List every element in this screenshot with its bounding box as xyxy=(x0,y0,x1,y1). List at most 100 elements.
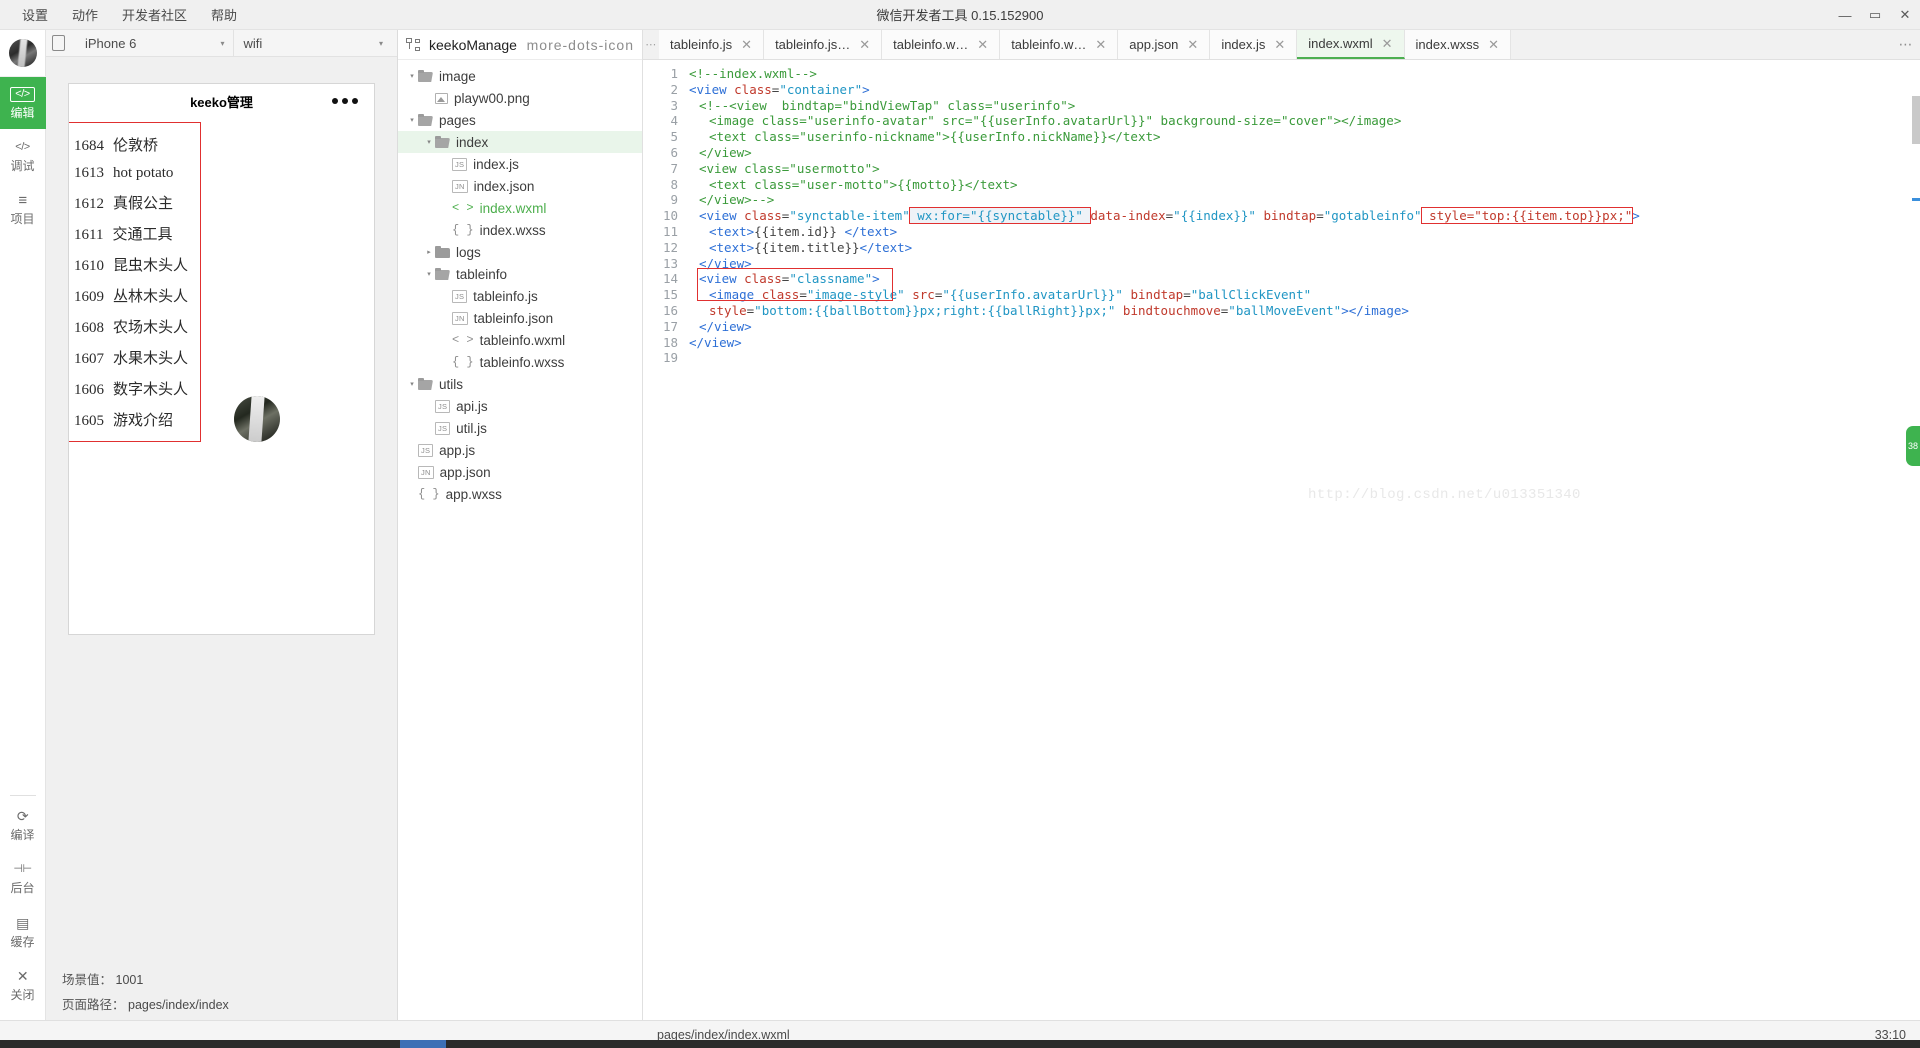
tree-file-row[interactable]: JN app.json xyxy=(398,461,642,483)
rail-item-project[interactable]: ≡ 项目 xyxy=(0,182,46,235)
phone-viewport[interactable]: keeko管理 1684 伦敦桥 1613 hot potato 1612 真假公主 161… xyxy=(68,83,375,635)
tab-overflow-icon[interactable]: ⋯ xyxy=(643,30,659,59)
close-tab-icon[interactable]: ✕ xyxy=(859,38,870,51)
code-editor[interactable]: 1 <!--index.wxml--> 2 <view class="containe… xyxy=(643,60,1920,1020)
synctable-item[interactable]: 1607 水果木头人 xyxy=(69,342,200,373)
tree-node-label: tableinfo.json xyxy=(473,310,554,326)
rail-item-debug[interactable]: </> 调试 xyxy=(0,129,46,182)
code-line: 3 <!--<view bindtap="bindViewTap" class="… xyxy=(643,98,1920,114)
wxss-file-icon: { } xyxy=(452,355,474,369)
wxss-file-icon: { } xyxy=(418,487,440,501)
editor-tab[interactable]: tableinfo.w… ✕ xyxy=(1000,30,1119,59)
tree-node-label: tableinfo.wxss xyxy=(479,354,565,370)
tree-folder-row[interactable]: ▾ index xyxy=(398,131,642,153)
chevron-right-icon[interactable]: ▸ xyxy=(423,248,435,256)
tree-folder-row[interactable]: ▾ image xyxy=(398,65,642,87)
chevron-down-icon[interactable]: ▾ xyxy=(406,72,418,80)
editor-tab[interactable]: index.wxss ✕ xyxy=(1404,30,1511,59)
editor-tab-label: tableinfo.js xyxy=(670,37,733,52)
rail-item-compile[interactable]: ⟳ 编译 xyxy=(0,798,46,851)
rail-item-close[interactable]: ✕ 关闭 xyxy=(0,958,46,1020)
close-tab-icon[interactable]: ✕ xyxy=(741,38,752,51)
tree-file-row[interactable]: JS index.js xyxy=(398,153,642,175)
editor-tab-label: index.wxml xyxy=(1308,36,1373,51)
editor-tab[interactable]: tableinfo.js… ✕ xyxy=(764,30,883,59)
menu-item-help[interactable]: 帮助 xyxy=(199,1,249,28)
chevron-down-icon[interactable]: ▾ xyxy=(406,380,418,388)
synctable-item[interactable]: 1684 伦敦桥 xyxy=(69,129,200,160)
editor-tab[interactable]: index.js ✕ xyxy=(1210,30,1298,59)
tree-file-row[interactable]: JS api.js xyxy=(398,395,642,417)
code-line: 4 <image class="userinfo-avatar" src="{{u… xyxy=(643,113,1920,129)
tree-file-row[interactable]: playw00.png xyxy=(398,87,642,109)
tree-node-label: index.json xyxy=(473,178,535,194)
draggable-ball-image[interactable] xyxy=(234,396,280,442)
project-name: keekoManage xyxy=(429,36,517,53)
synctable-item[interactable]: 1611 交通工具 xyxy=(69,218,200,249)
editor-tab[interactable]: tableinfo.w… ✕ xyxy=(882,30,1001,59)
editor-scrollbar[interactable] xyxy=(1912,96,1920,144)
synctable-item[interactable]: 1612 真假公主 xyxy=(69,187,200,218)
tree-file-row[interactable]: JS util.js xyxy=(398,417,642,439)
tree-file-row[interactable]: < > index.wxml xyxy=(398,197,642,219)
tree-file-row[interactable]: < > tableinfo.wxml xyxy=(398,329,642,351)
side-tab-badge[interactable]: 38 xyxy=(1906,426,1920,466)
tree-folder-row[interactable]: ▾ pages xyxy=(398,109,642,131)
chevron-down-icon: ▾ xyxy=(220,38,225,48)
chevron-down-icon[interactable]: ▾ xyxy=(423,138,435,146)
tree-folder-row[interactable]: ▾ utils xyxy=(398,373,642,395)
tree-file-row[interactable]: { } app.wxss xyxy=(398,483,642,505)
tree-file-row[interactable]: JN index.json xyxy=(398,175,642,197)
folder-icon xyxy=(435,268,450,280)
synctable-item[interactable]: 1608 农场木头人 xyxy=(69,311,200,342)
menu-item-developer-community[interactable]: 开发者社区 xyxy=(110,1,199,28)
rail-item-background[interactable]: ⊣⊢ 后台 xyxy=(0,851,46,904)
tree-file-row[interactable]: { } index.wxss xyxy=(398,219,642,241)
close-tab-icon[interactable]: ✕ xyxy=(1382,37,1393,50)
close-tab-icon[interactable]: ✕ xyxy=(1274,38,1285,51)
rail-item-cache[interactable]: ▤ 缓存 xyxy=(0,905,46,958)
tree-folder-row[interactable]: ▾ tableinfo xyxy=(398,263,642,285)
synctable-item[interactable]: 1606 数字木头人 xyxy=(69,373,200,404)
editor-tab[interactable]: app.json ✕ xyxy=(1118,30,1211,59)
file-tree-body[interactable]: ▾ image playw00.png ▾ pages ▾ index JS index.js J… xyxy=(398,60,642,1020)
code-token: "ballMoveEvent" xyxy=(1228,302,1342,318)
tree-file-row[interactable]: { } tableinfo.wxss xyxy=(398,351,642,373)
chevron-down-icon[interactable]: ▾ xyxy=(406,116,418,124)
menu-item-settings[interactable]: 设置 xyxy=(10,1,60,28)
minimize-icon[interactable]: — xyxy=(1830,0,1860,30)
rail-item-edit[interactable]: </> 编辑 xyxy=(0,77,46,130)
maximize-icon[interactable]: ▭ xyxy=(1860,0,1890,30)
close-tab-icon[interactable]: ✕ xyxy=(1187,38,1198,51)
editor-tab[interactable]: index.wxml ✕ xyxy=(1297,30,1405,59)
synctable-item[interactable]: 1605 游戏介绍 xyxy=(69,404,200,435)
editor-tab[interactable]: tableinfo.js ✕ xyxy=(659,30,765,59)
rotate-device-icon[interactable] xyxy=(52,35,65,51)
tree-folder-row[interactable]: ▸ logs xyxy=(398,241,642,263)
close-tab-icon[interactable]: ✕ xyxy=(1488,38,1499,51)
avatar-image xyxy=(8,39,37,67)
tree-file-row[interactable]: JS app.js xyxy=(398,439,642,461)
code-line-text: <text>{{item.title}}</text> xyxy=(689,240,912,256)
code-token: = xyxy=(799,287,807,303)
close-tab-icon[interactable]: ✕ xyxy=(1095,38,1106,51)
network-select[interactable]: wifi ▾ xyxy=(232,29,392,57)
close-icon[interactable]: ✕ xyxy=(1890,0,1920,30)
file-tree-pane: keekoManage more-dots-icon ▾ image playw00… xyxy=(398,30,643,1020)
tree-file-row[interactable]: JN tableinfo.json xyxy=(398,307,642,329)
menu-item-actions[interactable]: 动作 xyxy=(60,1,110,28)
tree-file-row[interactable]: JS tableinfo.js xyxy=(398,285,642,307)
synctable-item[interactable]: 1613 hot potato xyxy=(69,160,200,187)
more-dots-icon[interactable] xyxy=(332,98,358,104)
synctable-item[interactable]: 1609 丛林木头人 xyxy=(69,280,200,311)
close-tab-icon[interactable]: ✕ xyxy=(977,38,988,51)
more-dots-icon[interactable]: more-dots-icon xyxy=(527,37,634,53)
code-token: "{{userInfo.avatarUrl}}" xyxy=(942,287,1123,303)
code-token: "gotableinfo" xyxy=(1323,208,1422,224)
chevron-down-icon[interactable]: ▾ xyxy=(423,270,435,278)
synctable-item[interactable]: 1610 昆虫木头人 xyxy=(69,249,200,280)
user-avatar[interactable] xyxy=(0,30,46,77)
more-dots-icon[interactable]: ⋯ xyxy=(1892,30,1920,59)
device-select[interactable]: iPhone 6 ▾ xyxy=(75,30,233,57)
editor-tab-label: tableinfo.w… xyxy=(893,37,969,52)
